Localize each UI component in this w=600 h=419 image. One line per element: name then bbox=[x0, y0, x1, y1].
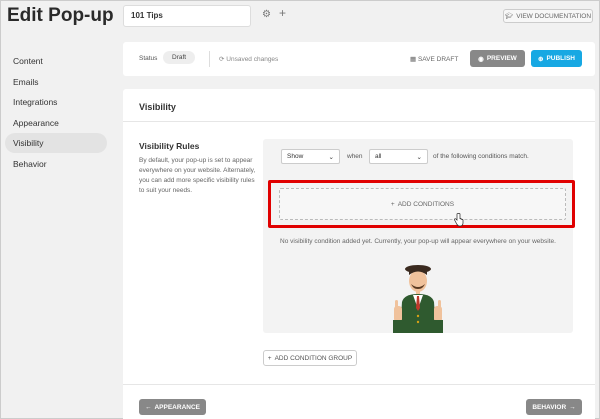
appearance-back-button[interactable]: ← APPEARANCE bbox=[139, 399, 206, 415]
arrow-right-icon: → bbox=[569, 403, 576, 411]
globe-icon: ⊕ bbox=[538, 55, 544, 63]
match-select-value: all bbox=[375, 153, 382, 160]
gear-icon[interactable]: ⚙ bbox=[262, 10, 271, 20]
calendar-icon: ▦ bbox=[410, 56, 417, 63]
sidebar-item-integrations[interactable]: Integrations bbox=[5, 92, 107, 112]
plus-icon: + bbox=[267, 354, 272, 362]
mascot-illustration bbox=[393, 265, 443, 333]
plus-icon[interactable]: + bbox=[279, 7, 286, 19]
match-select[interactable]: all ⌄ bbox=[369, 149, 428, 164]
unsaved-changes-indicator: ⟳ Unsaved changes bbox=[219, 55, 278, 63]
status-badge: Draft bbox=[163, 51, 196, 64]
view-documentation-label: VIEW DOCUMENTATION bbox=[516, 12, 592, 20]
view-documentation-button[interactable]: 🎓︎ VIEW DOCUMENTATION bbox=[503, 9, 593, 23]
panel-title: Visibility bbox=[139, 102, 176, 112]
hand-cursor-icon bbox=[454, 213, 464, 227]
eye-icon: ◉ bbox=[478, 55, 484, 63]
sidebar-item-content[interactable]: Content bbox=[5, 51, 107, 71]
save-draft-label: SAVE DRAFT bbox=[417, 56, 459, 63]
refresh-icon: ⟳ bbox=[219, 56, 225, 63]
empty-conditions-message: No visibility condition added yet. Curre… bbox=[280, 238, 556, 245]
preview-button[interactable]: ◉ PREVIEW bbox=[470, 50, 525, 67]
visibility-panel: Visibility Visibility Rules By default, … bbox=[123, 89, 595, 419]
sidebar-item-emails[interactable]: Emails bbox=[5, 72, 107, 92]
sidebar-item-behavior[interactable]: Behavior bbox=[5, 154, 107, 174]
sidebar-item-visibility[interactable]: Visibility bbox=[5, 133, 107, 154]
rules-description: By default, your pop-up is set to appear… bbox=[139, 157, 256, 194]
show-select[interactable]: Show ⌄ bbox=[281, 149, 340, 164]
popup-name-field[interactable]: 101 Tips bbox=[123, 5, 251, 27]
save-draft-button[interactable]: ▦ SAVE DRAFT bbox=[410, 55, 458, 63]
publish-label: PUBLISH bbox=[546, 55, 575, 62]
preview-label: PREVIEW bbox=[486, 55, 517, 62]
conditions-box: Show ⌄ when all ⌄ of the following condi… bbox=[263, 139, 575, 333]
sidebar: Content Emails Integrations Appearance V… bbox=[5, 51, 107, 175]
show-select-value: Show bbox=[287, 153, 304, 160]
appearance-back-label: APPEARANCE bbox=[154, 403, 200, 411]
add-condition-group-label: ADD CONDITION GROUP bbox=[274, 354, 353, 362]
status-bar: Status Draft ⟳ Unsaved changes ▦ SAVE DR… bbox=[123, 42, 595, 76]
highlight-box bbox=[268, 180, 575, 228]
add-condition-group-button[interactable]: + ADD CONDITION GROUP bbox=[263, 350, 357, 366]
divider bbox=[123, 121, 595, 122]
publish-button[interactable]: ⊕ PUBLISH bbox=[531, 50, 582, 67]
behavior-next-label: BEHAVIOR bbox=[532, 403, 567, 411]
graduation-cap-icon: 🎓︎ bbox=[504, 13, 514, 20]
page-title: Edit Pop-up bbox=[7, 5, 114, 26]
when-text: when bbox=[347, 153, 363, 160]
rules-title: Visibility Rules bbox=[139, 141, 200, 151]
chevron-down-icon: ⌄ bbox=[416, 153, 422, 161]
match-suffix-text: of the following conditions match. bbox=[433, 153, 529, 160]
sidebar-item-appearance[interactable]: Appearance bbox=[5, 113, 107, 133]
status-label: Status bbox=[139, 55, 158, 62]
arrow-left-icon: ← bbox=[144, 403, 152, 411]
behavior-next-button[interactable]: BEHAVIOR → bbox=[526, 399, 582, 415]
divider bbox=[123, 384, 595, 385]
unsaved-changes-label: Unsaved changes bbox=[226, 56, 279, 63]
divider bbox=[209, 51, 210, 67]
chevron-down-icon: ⌄ bbox=[328, 153, 334, 161]
